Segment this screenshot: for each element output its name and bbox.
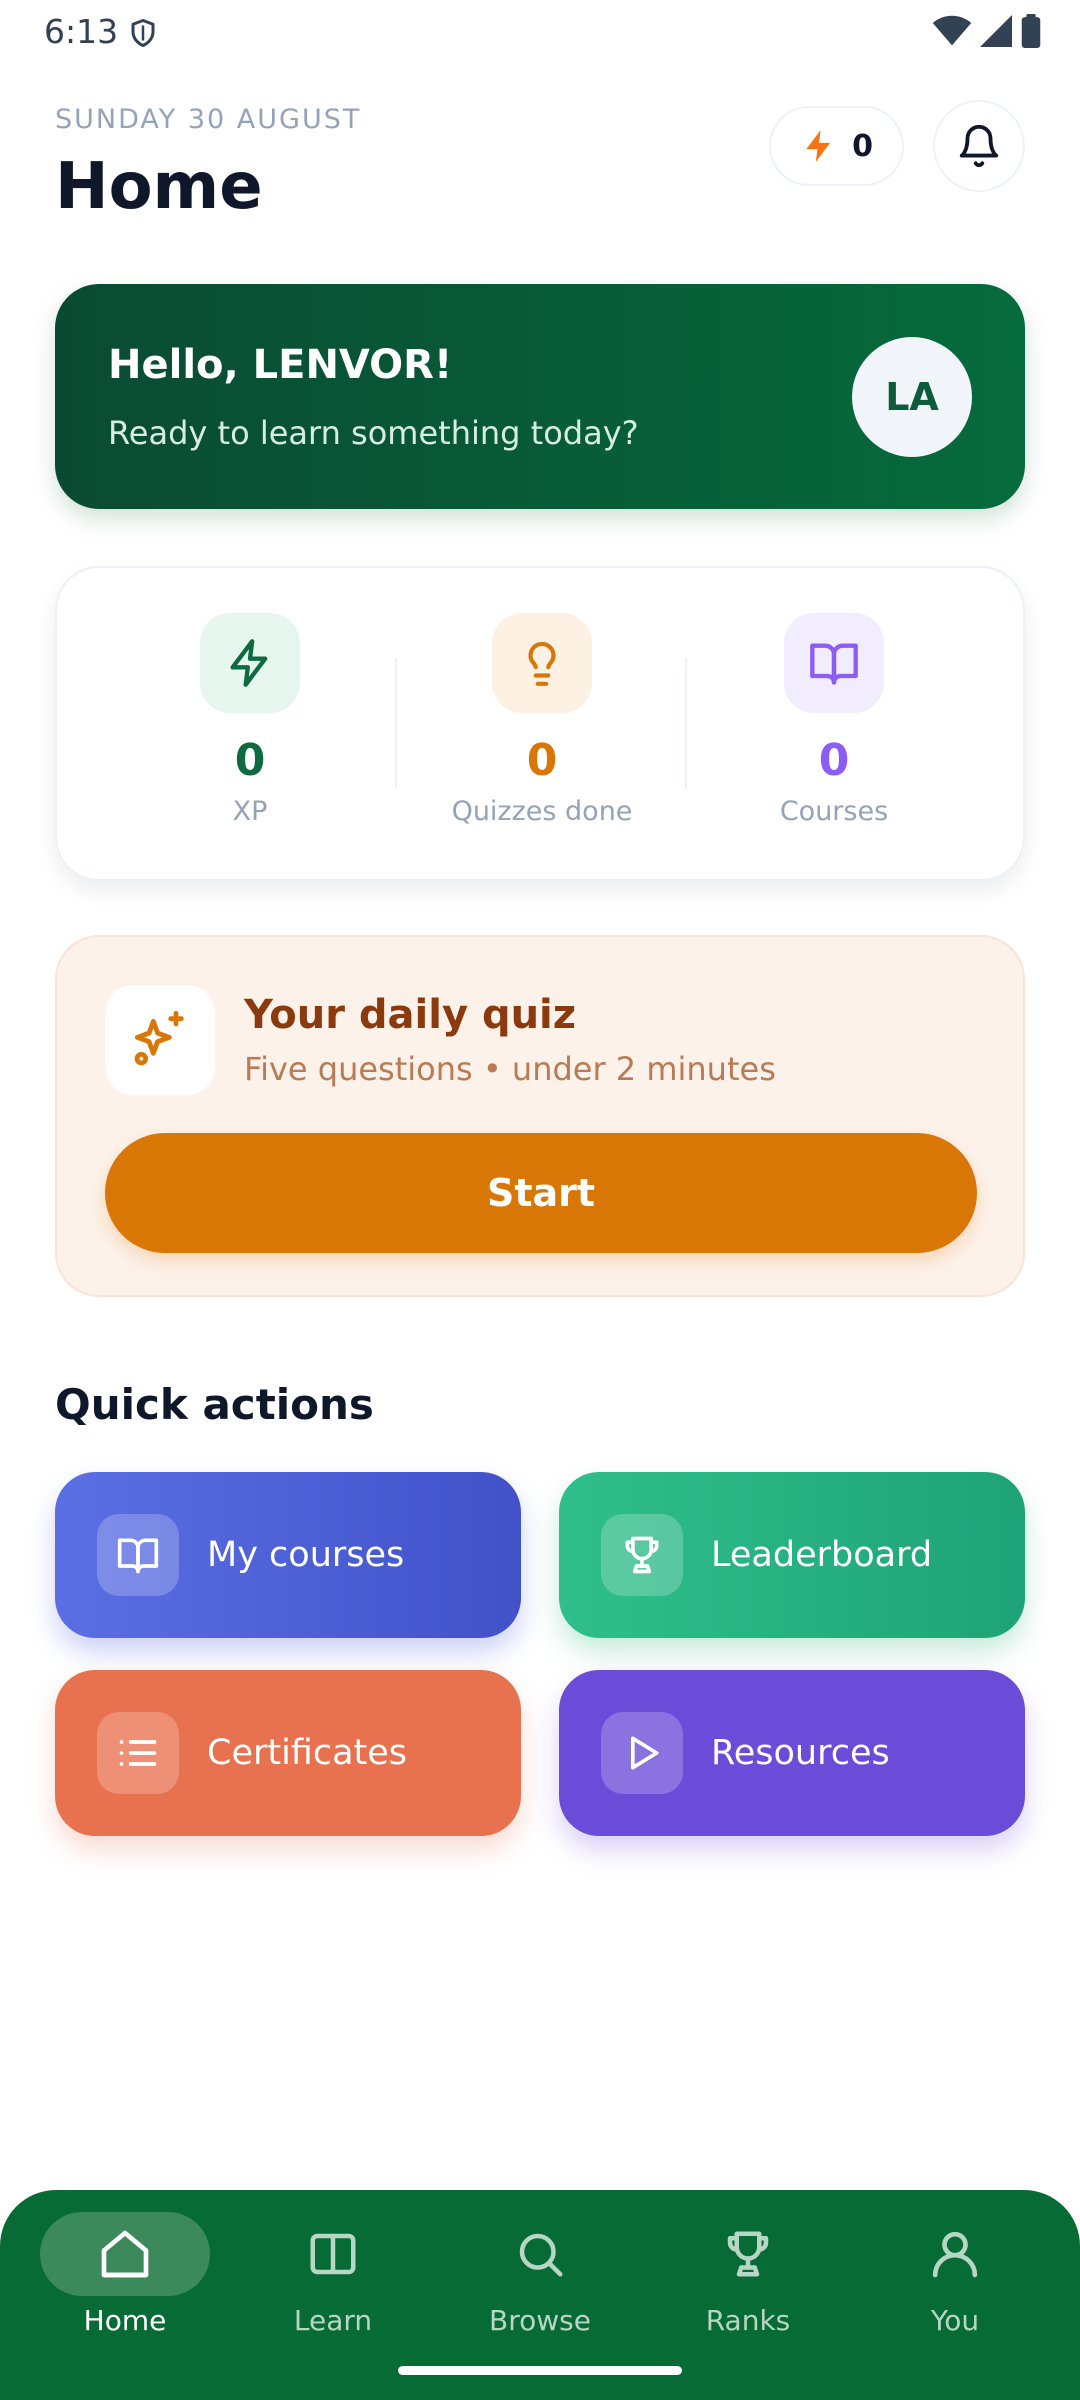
stat-value: 0 bbox=[526, 735, 558, 786]
my-courses-label: My courses bbox=[207, 1535, 405, 1575]
book-icon bbox=[97, 1514, 179, 1596]
quick-actions-heading: Quick actions bbox=[55, 1380, 374, 1429]
trophy-icon bbox=[663, 2212, 833, 2296]
greeting-subtitle: Ready to learn something today? bbox=[108, 414, 639, 452]
list-icon bbox=[97, 1712, 179, 1794]
notifications-button[interactable] bbox=[933, 100, 1025, 192]
stat-label: XP bbox=[232, 796, 268, 827]
search-icon bbox=[455, 2212, 625, 2296]
avatar[interactable]: LA bbox=[852, 337, 972, 457]
nav-browse[interactable]: Browse bbox=[455, 2212, 625, 2362]
nav-learn[interactable]: Learn bbox=[248, 2212, 418, 2362]
stat-value: 0 bbox=[818, 735, 850, 786]
stat-divider bbox=[685, 658, 687, 788]
nav-learn-label: Learn bbox=[293, 2304, 373, 2337]
nav-home[interactable]: Home bbox=[40, 2212, 210, 2362]
daily-quiz-title: Your daily quiz bbox=[244, 992, 577, 1038]
wifi-icon bbox=[932, 15, 972, 47]
nav-you-label: You bbox=[930, 2304, 980, 2337]
page-title: Home bbox=[55, 150, 263, 224]
trophy-icon bbox=[601, 1514, 683, 1596]
shield-icon bbox=[128, 16, 158, 50]
greeting-card: Hello, LENVOR! Ready to learn something … bbox=[55, 284, 1025, 509]
user-icon bbox=[870, 2212, 1040, 2296]
signal-icon bbox=[980, 15, 1012, 47]
resources-button[interactable]: Resources bbox=[559, 1670, 1025, 1836]
lightning-icon bbox=[200, 613, 300, 713]
book-icon bbox=[784, 613, 884, 713]
nav-ranks-label: Ranks bbox=[705, 2304, 791, 2337]
home-indicator[interactable] bbox=[398, 2366, 682, 2375]
battery-icon bbox=[1020, 14, 1042, 48]
stats-card: 0 XP 0 Quizzes done 0 Courses bbox=[55, 566, 1025, 881]
daily-quiz-subtitle: Five questions • under 2 minutes bbox=[244, 1050, 776, 1088]
stat-label: Courses bbox=[779, 796, 889, 827]
greeting-title: Hello, LENVOR! bbox=[108, 342, 453, 388]
daily-quiz-card: Your daily quiz Five questions • under 2… bbox=[55, 935, 1025, 1297]
my-courses-button[interactable]: My courses bbox=[55, 1472, 521, 1638]
status-time: 6:13 bbox=[44, 12, 119, 51]
status-indicators bbox=[932, 14, 1042, 48]
leaderboard-button[interactable]: Leaderboard bbox=[559, 1472, 1025, 1638]
stat-courses: 0 Courses bbox=[689, 613, 979, 827]
start-quiz-button[interactable]: Start bbox=[105, 1133, 977, 1253]
bell-icon bbox=[956, 123, 1002, 169]
certificates-label: Certificates bbox=[207, 1733, 408, 1773]
play-icon bbox=[601, 1712, 683, 1794]
date-label: SUNDAY 30 AUGUST bbox=[55, 104, 362, 135]
resources-label: Resources bbox=[711, 1733, 890, 1773]
leaderboard-label: Leaderboard bbox=[711, 1535, 933, 1575]
nav-you[interactable]: You bbox=[870, 2212, 1040, 2362]
stat-value: 0 bbox=[234, 735, 266, 786]
sparkles-icon bbox=[105, 985, 215, 1095]
nav-home-label: Home bbox=[83, 2304, 167, 2337]
lightbulb-icon bbox=[492, 613, 592, 713]
home-icon bbox=[40, 2212, 210, 2296]
stat-quizzes: 0 Quizzes done bbox=[397, 613, 687, 827]
stat-label: Quizzes done bbox=[451, 796, 633, 827]
nav-ranks[interactable]: Ranks bbox=[663, 2212, 833, 2362]
streak-button[interactable]: 0 bbox=[769, 106, 904, 186]
certificates-button[interactable]: Certificates bbox=[55, 1670, 521, 1836]
lightning-icon bbox=[800, 126, 838, 166]
stat-xp: 0 XP bbox=[105, 613, 395, 827]
nav-browse-label: Browse bbox=[489, 2304, 591, 2337]
columns-icon bbox=[248, 2212, 418, 2296]
streak-count: 0 bbox=[852, 128, 873, 164]
